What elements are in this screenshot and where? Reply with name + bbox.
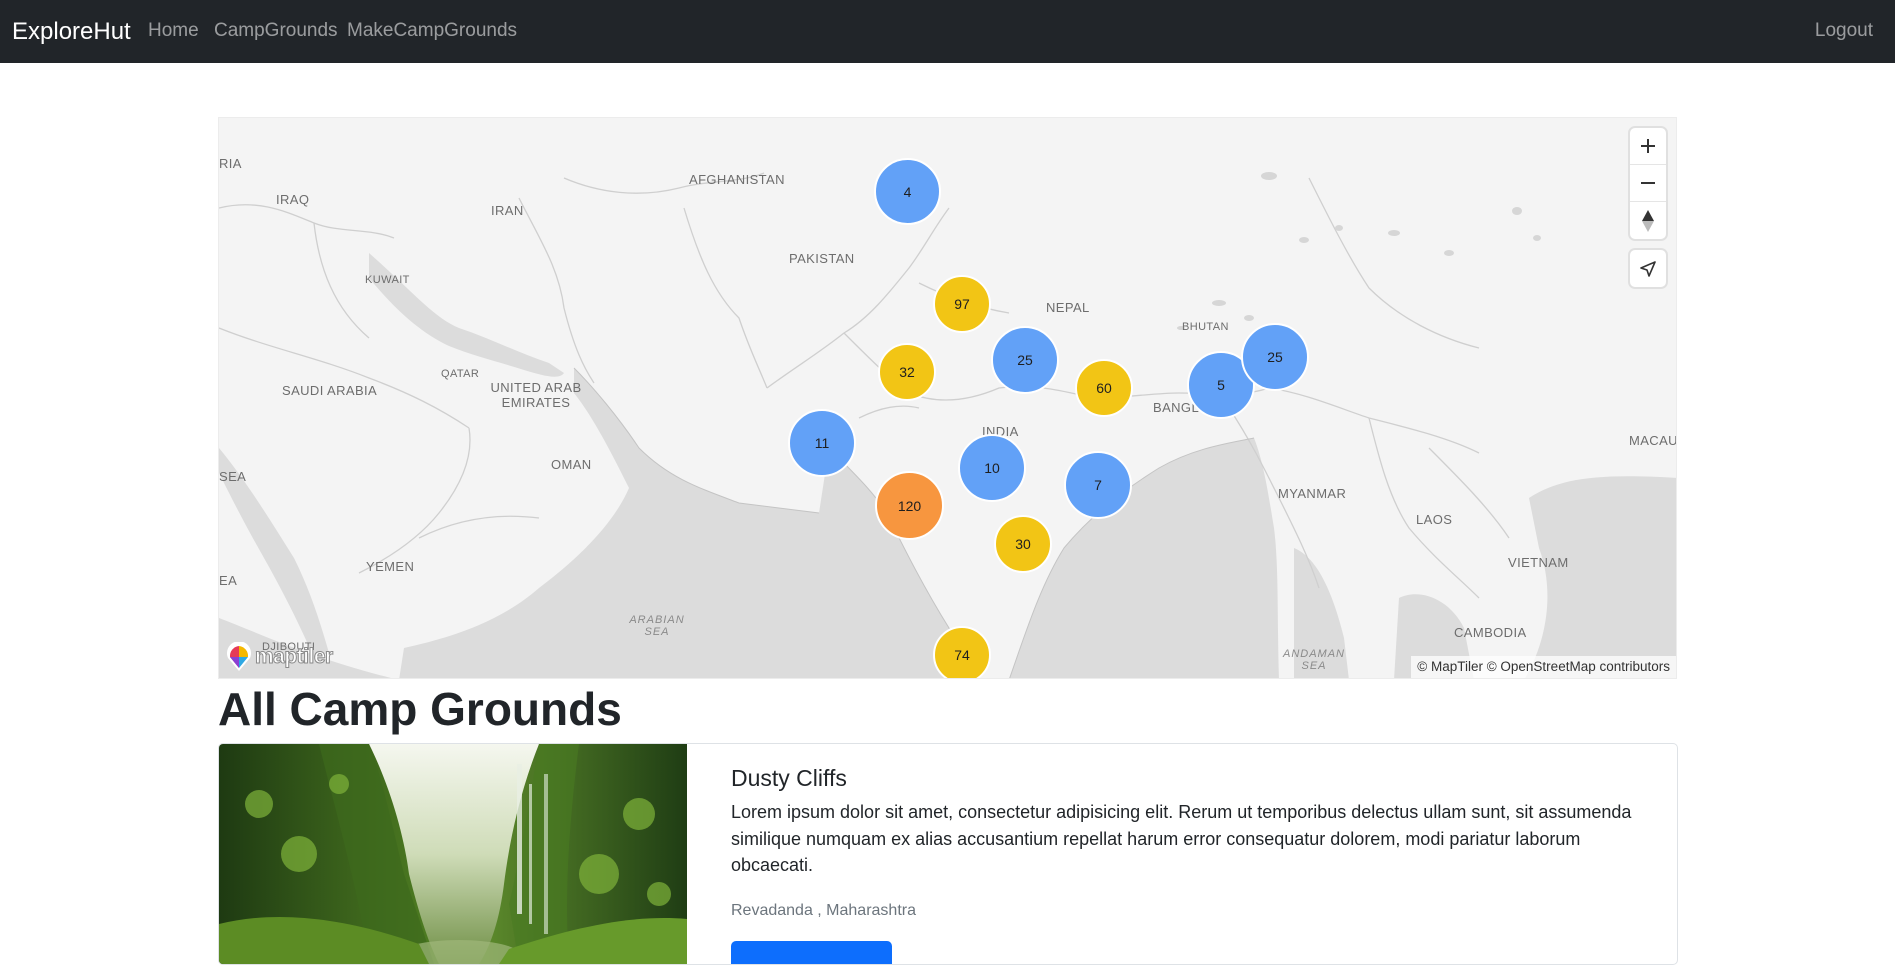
zoom-out-button[interactable] [1630,165,1666,202]
map-label-afghanistan: AFGHANISTAN [689,172,785,187]
geolocate-icon [1640,260,1656,277]
brand-link[interactable]: ExploreHut [12,18,131,46]
map-label-nepal: NEPAL [1046,300,1090,315]
map-nav-controls [1630,128,1666,239]
maptiler-logo[interactable]: maptiler [225,642,334,672]
cluster-marker[interactable]: 25 [991,326,1059,394]
cluster-marker[interactable]: 11 [788,409,856,477]
map-label-yemen: YEMEN [366,559,415,574]
nav-link-campgrounds[interactable]: CampGrounds [214,20,338,42]
zoom-in-icon [1641,139,1655,153]
campground-location: Revadanda , Maharashtra [731,902,916,919]
map-label-pakistan: PAKISTAN [789,251,855,266]
cluster-marker[interactable]: 30 [994,515,1052,573]
map-attribution[interactable]: © MapTiler © OpenStreetMap contributors [1411,656,1676,678]
cluster-marker[interactable]: 4 [874,158,941,225]
map-label-qatar: QATAR [441,368,480,380]
map-label-ea: EA [219,573,238,588]
compass-button[interactable] [1630,202,1666,239]
cluster-marker[interactable]: 97 [933,275,991,333]
map-label-kuwait: KUWAIT [365,274,410,286]
nav-link-make-campgrounds[interactable]: MakeCampGrounds [347,20,517,42]
map-label-sea: SEA [219,469,247,484]
map-label-ria: RIA [219,156,242,171]
cluster-marker[interactable]: 32 [878,343,936,401]
nav-link-logout[interactable]: Logout [1815,20,1873,42]
view-campground-button[interactable] [731,941,892,964]
campground-title: Dusty Cliffs [731,765,847,791]
map-label-uae: UNITED ARAB EMIRATES [490,380,582,410]
compass-icon [1642,209,1654,232]
zoom-out-icon [1641,182,1655,184]
map-label-cambodia: CAMBODIA [1454,625,1527,640]
page-title: All Camp Grounds [218,683,622,735]
campground-card: Dusty Cliffs Lorem ipsum dolor sit amet,… [218,743,1678,965]
map-label-vietnam: VIETNAM [1508,555,1569,570]
nav-link-home[interactable]: Home [148,20,199,42]
cluster-marker[interactable]: 25 [1241,323,1309,391]
geolocate-button[interactable] [1630,250,1666,287]
map-basemap [219,118,1676,678]
cluster-marker[interactable]: 60 [1075,359,1133,417]
map-label-oman: OMAN [551,457,592,472]
map-label-macau: MACAU [1629,433,1677,448]
map-label-myanmar: MYANMAR [1278,486,1347,501]
navbar: ExploreHut Home CampGrounds MakeCampGrou… [0,0,1895,63]
map-label-saudi-arabia: SAUDI ARABIA [282,383,378,398]
maptiler-logo-text: maptiler [255,645,334,669]
cluster-marker[interactable]: 120 [875,471,944,540]
map-label-iran: IRAN [491,203,524,218]
campground-description: Lorem ipsum dolor sit amet, consectetur … [731,802,1632,875]
cluster-marker[interactable]: 10 [958,434,1026,502]
maptiler-logo-icon [227,642,251,671]
cluster-marker[interactable]: 7 [1064,451,1132,519]
zoom-in-button[interactable] [1630,128,1666,165]
map-label-andaman-sea: ANDAMAN SEA [1282,648,1345,672]
cluster-map[interactable]: RIA IRAQ IRAN AFGHANISTAN PAKISTAN KUWAI… [218,117,1677,679]
campground-image [219,744,687,964]
map-label-laos: LAOS [1416,512,1453,527]
map-label-arabian-sea: ARABIAN SEA [629,614,685,638]
map-label-iraq: IRAQ [276,192,310,207]
map-label-bhutan: BHUTAN [1182,321,1229,333]
cluster-marker[interactable]: 74 [933,626,991,678]
